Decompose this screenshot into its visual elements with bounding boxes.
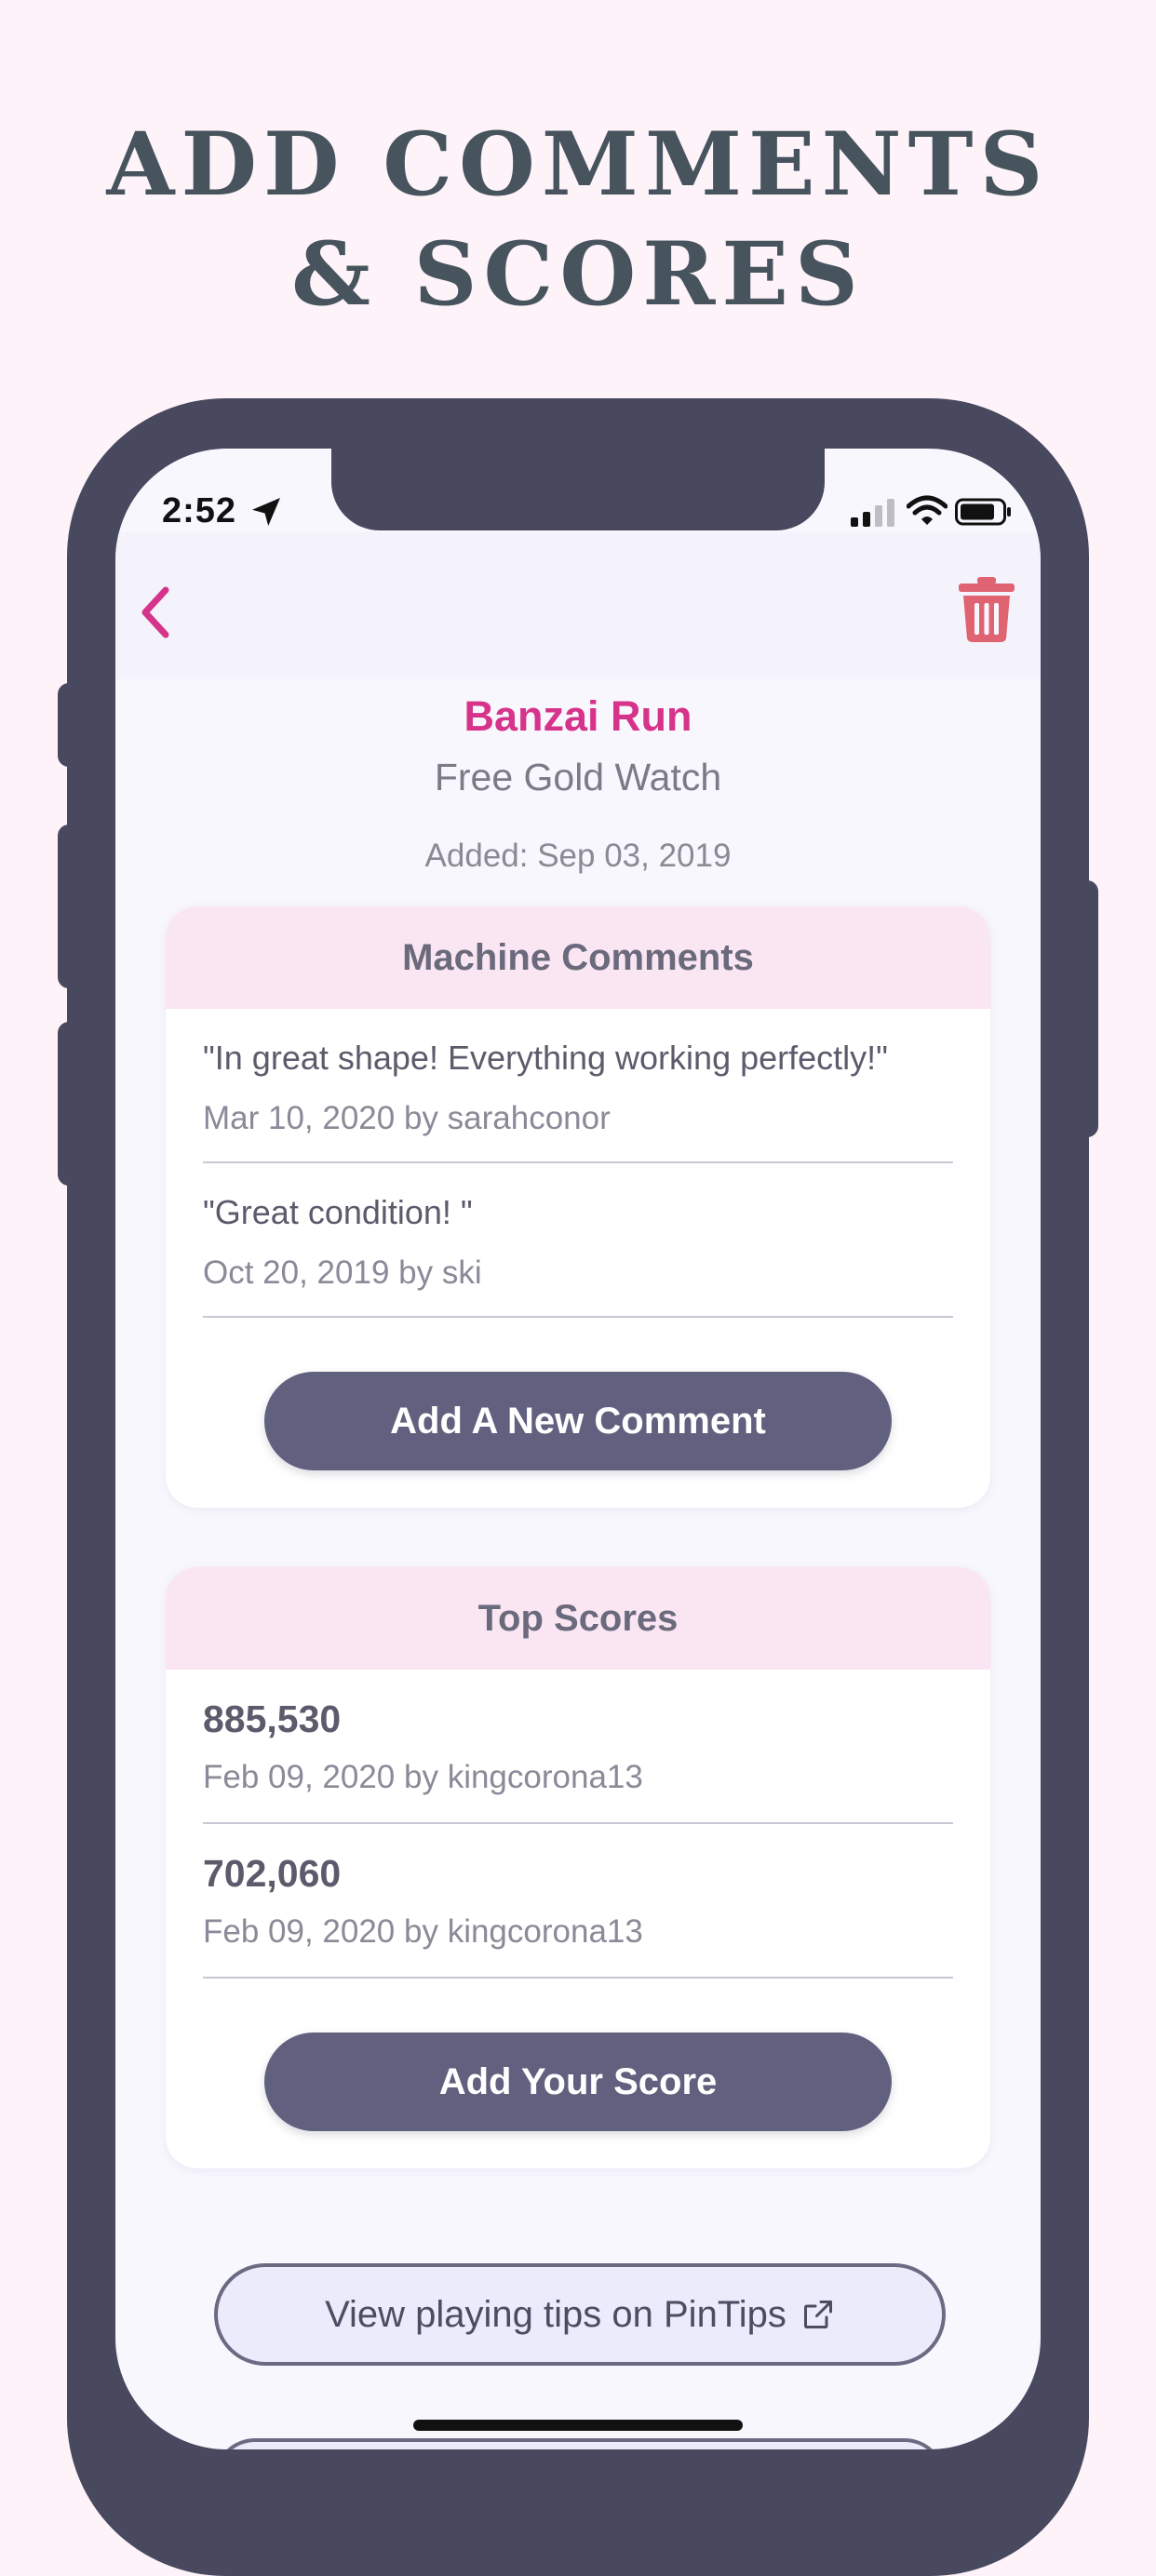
add-score-button[interactable]: Add Your Score xyxy=(264,2033,892,2131)
scores-header: Top Scores xyxy=(166,1567,990,1670)
trash-icon[interactable] xyxy=(957,575,1016,644)
score-meta: Feb 09, 2020 by kingcorona13 xyxy=(203,1913,643,1950)
score-item: 702,060 Feb 09, 2020 by kingcorona13 xyxy=(203,1852,953,1979)
comments-header: Machine Comments xyxy=(166,906,990,1009)
comment-text: "Great condition! " xyxy=(203,1193,473,1231)
machine-location: Free Gold Watch xyxy=(434,756,722,798)
comment-meta: Mar 10, 2020 by sarahconor xyxy=(203,1100,611,1136)
phone-screen: 2:52 Banzai Run Free Gold Watch Added: S… xyxy=(115,449,1041,2449)
next-button-partial[interactable] xyxy=(214,2438,946,2449)
comment-item: "In great shape! Everything working perf… xyxy=(203,1039,953,1163)
score-item: 885,530 Feb 09, 2020 by kingcorona13 xyxy=(203,1697,953,1824)
nav-bar xyxy=(115,532,1041,679)
chevron-left-icon[interactable] xyxy=(134,583,179,642)
wifi-icon xyxy=(907,495,948,525)
headline-line-1: ADD COMMENTS xyxy=(106,114,1050,216)
comment-meta: Oct 20, 2019 by ski xyxy=(203,1254,482,1291)
page-headline: ADD COMMENTS & SCORES xyxy=(0,110,1156,329)
phone-notch xyxy=(331,449,825,530)
pintips-label: View playing tips on PinTips xyxy=(325,2293,786,2335)
score-meta: Feb 09, 2020 by kingcorona13 xyxy=(203,1759,643,1795)
battery-icon xyxy=(955,498,1011,526)
scores-card: Top Scores 885,530 Feb 09, 2020 by kingc… xyxy=(166,1567,990,2168)
cellular-signal-icon xyxy=(851,499,894,527)
add-comment-button[interactable]: Add A New Comment xyxy=(264,1372,892,1470)
comment-text: "In great shape! Everything working perf… xyxy=(203,1039,888,1077)
score-value: 702,060 xyxy=(203,1852,342,1895)
score-value: 885,530 xyxy=(203,1697,342,1740)
added-date: Added: Sep 03, 2019 xyxy=(424,838,732,874)
machine-name: Banzai Run xyxy=(464,692,692,740)
location-arrow-icon xyxy=(252,498,280,526)
external-link-icon xyxy=(803,2301,832,2328)
pintips-button[interactable]: View playing tips on PinTips xyxy=(214,2263,946,2366)
home-indicator xyxy=(413,2420,743,2431)
comments-card: Machine Comments "In great shape! Everyt… xyxy=(166,906,990,1508)
comment-item: "Great condition! " Oct 20, 2019 by ski xyxy=(203,1193,953,1318)
status-time: 2:52 xyxy=(162,491,237,530)
headline-line-2: & SCORES xyxy=(291,223,865,326)
